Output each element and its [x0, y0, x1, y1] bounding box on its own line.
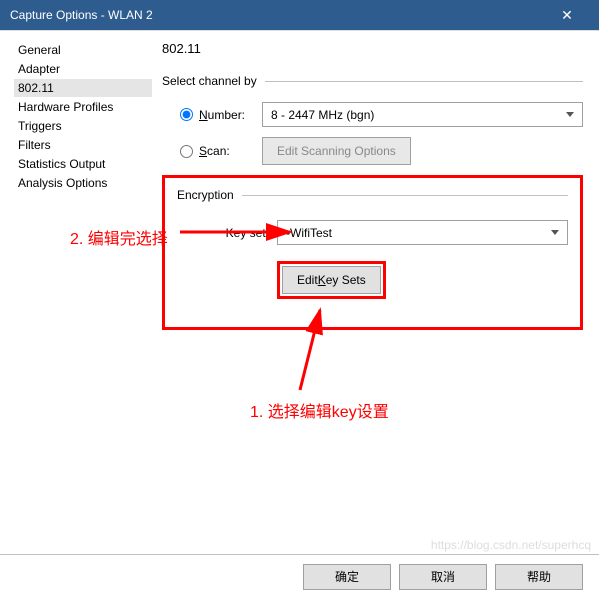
encryption-group: Encryption [177, 188, 568, 202]
scan-radio[interactable] [180, 145, 193, 158]
number-row: Number: 8 - 2447 MHz (bgn) [180, 102, 583, 127]
key-set-select[interactable]: -WifiTest [277, 220, 568, 245]
divider [242, 195, 568, 196]
key-set-row: Key set: -WifiTest [195, 220, 568, 245]
sidebar-item-triggers[interactable]: Triggers [14, 117, 152, 135]
content-area: General Adapter 802.11 Hardware Profiles… [0, 30, 599, 554]
watermark: https://blog.csdn.net/superhcq [431, 538, 591, 552]
divider [265, 81, 583, 82]
titlebar: Capture Options - WLAN 2 ✕ [0, 0, 599, 30]
key-set-label: Key set: [195, 226, 277, 240]
edit-key-sets-button[interactable]: Edit Key Sets [282, 266, 381, 294]
cancel-button[interactable]: 取消 [399, 564, 487, 590]
sidebar-item-80211[interactable]: 802.11 [14, 79, 152, 97]
annotation-step2: 2. 编辑完选择 [70, 225, 168, 249]
sidebar-item-general[interactable]: General [14, 41, 152, 59]
channel-select[interactable]: 8 - 2447 MHz (bgn) [262, 102, 583, 127]
channel-value: 8 - 2447 MHz (bgn) [271, 108, 374, 122]
sidebar-item-filters[interactable]: Filters [14, 136, 152, 154]
close-button[interactable]: ✕ [545, 0, 589, 30]
sidebar-item-statistics-output[interactable]: Statistics Output [14, 155, 152, 173]
select-channel-label: Select channel by [162, 74, 257, 88]
annotation-step1: 1. 选择编辑key设置 [250, 398, 389, 422]
help-button[interactable]: 帮助 [495, 564, 583, 590]
sidebar-item-hardware-profiles[interactable]: Hardware Profiles [14, 98, 152, 116]
main-panel: 802.11 Select channel by Number: 8 - 244… [152, 31, 599, 554]
edit-key-sets-highlight: Edit Key Sets [277, 261, 386, 299]
number-radio-label[interactable]: Number: [180, 108, 262, 122]
key-set-value: -WifiTest [286, 226, 332, 240]
ok-button[interactable]: 确定 [303, 564, 391, 590]
footer: 确定 取消 帮助 [0, 554, 599, 598]
sidebar: General Adapter 802.11 Hardware Profiles… [0, 31, 152, 554]
scan-row: Scan: Edit Scanning Options [180, 137, 583, 165]
page-title: 802.11 [162, 41, 583, 56]
select-channel-group: Select channel by [162, 74, 583, 88]
number-text: Number: [199, 108, 245, 122]
scan-text: Scan: [199, 144, 230, 158]
window-title: Capture Options - WLAN 2 [10, 8, 545, 22]
scan-radio-label[interactable]: Scan: [180, 144, 262, 158]
edit-key-sets-row: Edit Key Sets [277, 261, 568, 299]
edit-scanning-button: Edit Scanning Options [262, 137, 411, 165]
sidebar-item-analysis-options[interactable]: Analysis Options [14, 174, 152, 192]
encryption-group-highlight: Encryption Key set: -WifiTest Edit Key S… [162, 175, 583, 330]
sidebar-item-adapter[interactable]: Adapter [14, 60, 152, 78]
number-radio[interactable] [180, 108, 193, 121]
encryption-label: Encryption [177, 188, 234, 202]
